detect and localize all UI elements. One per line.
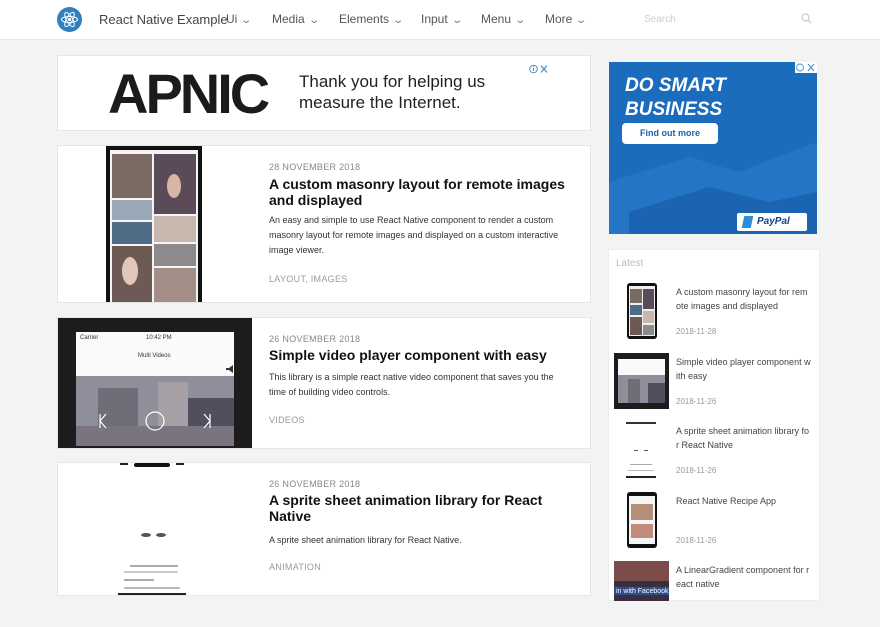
post-thumbnail[interactable] — [58, 463, 252, 595]
menu-label: Elements — [339, 12, 390, 26]
post-tags[interactable]: VIDEOS — [269, 415, 305, 425]
latest-item-title[interactable]: React Native Recipe App — [676, 494, 812, 508]
search-icon[interactable] — [801, 13, 812, 24]
search-box — [634, 8, 818, 30]
latest-posts-widget: Latest A custom masonry layout for remot… — [608, 249, 820, 601]
menu-label: Menu — [481, 12, 512, 26]
latest-item-date: 2018-11-28 — [676, 327, 717, 336]
menu-label: Input — [421, 12, 448, 26]
latest-item[interactable]: A sprite sheet animation library for Rea… — [609, 422, 821, 488]
post-title[interactable]: A sprite sheet animation library for Rea… — [269, 492, 579, 524]
post-tags[interactable]: ANIMATION — [269, 562, 321, 572]
ad-choices-icon[interactable] — [529, 64, 549, 74]
latest-heading: Latest — [616, 258, 644, 269]
ad-headline: DO SMART BUSINESS — [625, 74, 726, 122]
latest-item[interactable]: in with Facebook A LinearGradient compon… — [609, 561, 821, 627]
chevron-down-icon: ⌄ — [392, 15, 405, 26]
latest-item-date: 2018-11-26 — [676, 397, 717, 406]
paypal-mark-icon — [741, 216, 754, 228]
paypal-brand-text: PayPal — [757, 216, 790, 227]
latest-item-date: 2018-11-26 — [676, 466, 717, 475]
post-excerpt: A sprite sheet animation library for Rea… — [269, 535, 462, 545]
menu-label: More — [545, 12, 573, 26]
post-title[interactable]: Simple video player component with easy — [269, 347, 579, 363]
latest-item-thumbnail[interactable] — [614, 353, 669, 409]
post-date: 26 NOVEMBER 2018 — [269, 479, 361, 489]
post-date: 28 NOVEMBER 2018 — [269, 162, 361, 172]
latest-item-thumbnail[interactable] — [614, 422, 669, 478]
post-card[interactable]: 28 NOVEMBER 2018 A custom masonry layout… — [57, 145, 591, 303]
react-logo-icon[interactable] — [57, 7, 82, 32]
menu-ui[interactable]: Ui ⌄ — [226, 12, 253, 26]
apnic-logo: APNIC — [108, 62, 270, 125]
search-input[interactable] — [634, 8, 818, 30]
latest-item-thumbnail[interactable] — [627, 283, 657, 339]
latest-item-thumbnail[interactable]: in with Facebook — [614, 561, 669, 601]
menu-input[interactable]: Input ⌄ — [421, 12, 463, 26]
latest-item-title[interactable]: Simple video player component with easy — [676, 355, 812, 383]
post-thumbnail[interactable]: Carrier 10:42 PM Multi Videos — [58, 318, 252, 448]
chevron-down-icon: ⌄ — [308, 15, 320, 26]
menu-more[interactable]: More ⌄ — [545, 12, 588, 26]
ad-message-line: measure the Internet. — [299, 93, 461, 112]
chevron-down-icon: ⌄ — [575, 15, 588, 26]
thumb-status-carrier: Carrier — [80, 335, 99, 341]
menu-label: Ui — [226, 12, 238, 26]
thumb-status-time: 10:42 PM — [146, 335, 172, 341]
latest-item-title[interactable]: A LinearGradient component for react nat… — [676, 563, 812, 591]
ad-message-line: Thank you for helping us — [299, 72, 486, 91]
chevron-down-icon: ⌄ — [240, 15, 253, 26]
post-tags[interactable]: LAYOUT, IMAGES — [269, 274, 348, 284]
chevron-down-icon: ⌄ — [514, 15, 527, 26]
post-excerpt: An easy and simple to use React Native c… — [269, 215, 559, 255]
thumb-screen-title: Multi Videos — [138, 353, 171, 359]
apnic-ad-banner[interactable]: APNIC Thank you for helping us measure t… — [57, 55, 591, 131]
site-brand-link[interactable]: React Native Example — [99, 12, 228, 27]
paypal-logo: PayPal — [737, 213, 807, 231]
find-out-more-button[interactable]: Find out more — [622, 123, 718, 144]
ad-headline-line: BUSINESS — [625, 99, 723, 120]
menu-media[interactable]: Media ⌄ — [272, 12, 320, 26]
menu-menu[interactable]: Menu ⌄ — [481, 12, 527, 26]
latest-item[interactable]: React Native Recipe App 2018-11-26 — [609, 492, 821, 558]
post-card[interactable]: Carrier 10:42 PM Multi Videos 26 NOVEMBE… — [57, 317, 591, 449]
post-title[interactable]: A custom masonry layout for remote image… — [269, 176, 579, 208]
ad-choices-icon[interactable] — [795, 62, 817, 73]
post-excerpt: This library is a simple react native vi… — [269, 372, 554, 397]
latest-item[interactable]: A custom masonry layout for remote image… — [609, 283, 821, 349]
post-card[interactable]: 26 NOVEMBER 2018 A sprite sheet animatio… — [57, 462, 591, 596]
latest-item-title[interactable]: A custom masonry layout for remote image… — [676, 285, 812, 313]
latest-item-title[interactable]: A sprite sheet animation library for Rea… — [676, 424, 812, 452]
latest-item-date: 2018-11-26 — [676, 536, 717, 545]
thumb-caption: in with Facebook — [616, 588, 669, 595]
chevron-down-icon: ⌄ — [451, 15, 463, 26]
ad-message: Thank you for helping us measure the Int… — [299, 71, 485, 113]
menu-label: Media — [272, 12, 305, 26]
paypal-sidebar-ad[interactable]: DO SMART BUSINESS Find out more PayPal — [609, 62, 817, 234]
top-navbar: React Native Example Ui ⌄ Media ⌄ Elements… — [0, 0, 880, 40]
latest-item[interactable]: Simple video player component with easy … — [609, 353, 821, 419]
latest-item-thumbnail[interactable] — [627, 492, 657, 548]
ad-headline-line: DO SMART — [625, 75, 726, 96]
post-thumbnail[interactable] — [58, 146, 252, 302]
menu-elements[interactable]: Elements ⌄ — [339, 12, 405, 26]
post-date: 26 NOVEMBER 2018 — [269, 334, 361, 344]
